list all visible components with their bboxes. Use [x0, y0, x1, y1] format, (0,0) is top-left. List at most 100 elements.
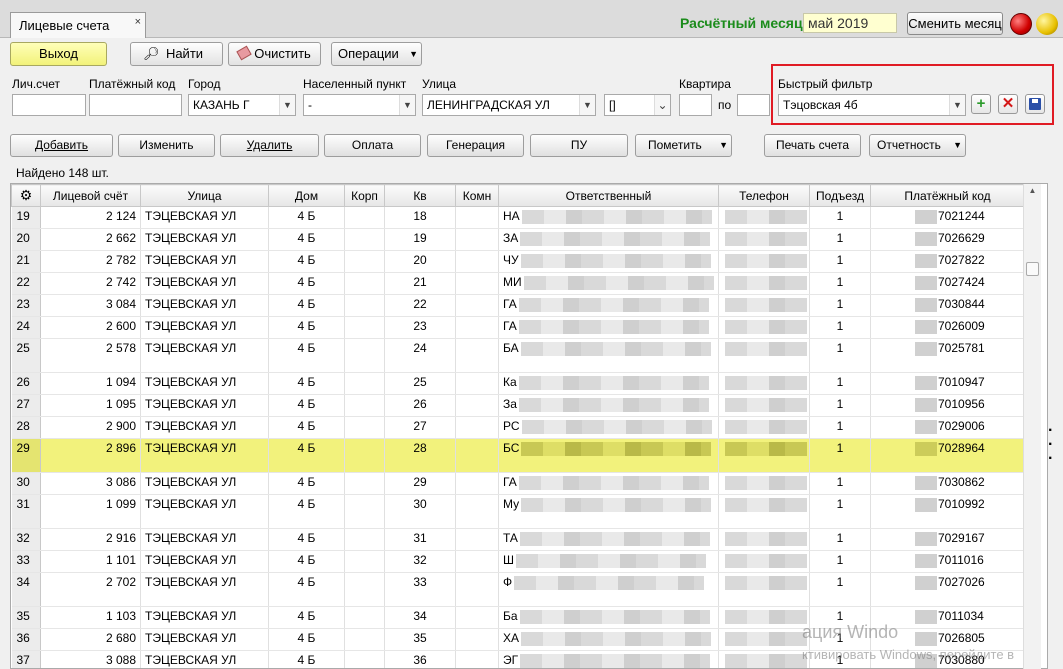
cell-responsible[interactable]: ЗА: [498, 228, 719, 251]
cell-entrance[interactable]: 1: [809, 528, 871, 551]
cell-flat[interactable]: 22: [384, 294, 456, 317]
cell-house[interactable]: 4 Б: [268, 416, 345, 439]
cell-corp[interactable]: [344, 650, 385, 668]
cell-responsible[interactable]: ХА: [498, 628, 719, 651]
cell-room[interactable]: [455, 394, 499, 417]
cell-corp[interactable]: [344, 494, 385, 529]
settlement-select[interactable]: - ▼: [303, 94, 416, 116]
cell-corp[interactable]: [344, 316, 385, 339]
cell-room[interactable]: [455, 572, 499, 607]
reports-dropdown[interactable]: Отчетность ▼: [869, 134, 966, 157]
operations-dropdown[interactable]: Операции ▼: [331, 42, 422, 66]
row-number[interactable]: 35: [11, 606, 41, 629]
cell-phone[interactable]: [718, 316, 810, 339]
cell-house[interactable]: 4 Б: [268, 338, 345, 373]
cell-account[interactable]: 3 088: [40, 650, 141, 668]
cell-entrance[interactable]: 1: [809, 316, 871, 339]
cell-room[interactable]: [455, 472, 499, 495]
cell-paycode[interactable]: 7010956: [870, 394, 1025, 417]
cell-corp[interactable]: [344, 272, 385, 295]
cell-flat[interactable]: 25: [384, 372, 456, 395]
accounts-grid[interactable]: ⚙ Лицевой счёт Улица Дом Корп Кв Комн От…: [10, 183, 1048, 669]
cell-phone[interactable]: [718, 416, 810, 439]
floppy-icon[interactable]: [1025, 94, 1045, 114]
cell-entrance[interactable]: 1: [809, 394, 871, 417]
cell-room[interactable]: [455, 294, 499, 317]
cell-paycode[interactable]: 7029006: [870, 416, 1025, 439]
cell-phone[interactable]: [718, 294, 810, 317]
cell-phone[interactable]: [718, 206, 810, 229]
cell-street[interactable]: ТЭЦЕВСКАЯ УЛ: [140, 206, 269, 229]
cell-room[interactable]: [455, 650, 499, 668]
cell-responsible[interactable]: ГА: [498, 316, 719, 339]
cell-flat[interactable]: 20: [384, 250, 456, 273]
cell-paycode[interactable]: 7029167: [870, 528, 1025, 551]
cell-room[interactable]: [455, 206, 499, 229]
table-row[interactable]: 23 3 084 ТЭЦЕВСКАЯ УЛ 4 Б 22 ГА 1 7030844: [11, 294, 1025, 317]
cell-responsible[interactable]: ЧУ: [498, 250, 719, 273]
row-number[interactable]: 37: [11, 650, 41, 668]
row-number[interactable]: 30: [11, 472, 41, 495]
cell-house[interactable]: 4 Б: [268, 628, 345, 651]
account-filter-input[interactable]: [12, 94, 86, 116]
cell-paycode[interactable]: 7027424: [870, 272, 1025, 295]
cell-responsible[interactable]: ЭГ: [498, 650, 719, 668]
cell-paycode[interactable]: 7030862: [870, 472, 1025, 495]
cell-corp[interactable]: [344, 250, 385, 273]
cell-corp[interactable]: [344, 472, 385, 495]
cell-account[interactable]: 1 099: [40, 494, 141, 529]
cell-corp[interactable]: [344, 394, 385, 417]
cell-phone[interactable]: [718, 472, 810, 495]
table-row[interactable]: 29 2 896 ТЭЦЕВСКАЯ УЛ 4 Б 28 БС 1 7028964: [11, 438, 1025, 473]
cell-responsible[interactable]: За: [498, 394, 719, 417]
find-button[interactable]: 🔎︎ Найти: [130, 42, 223, 66]
cell-entrance[interactable]: 1: [809, 294, 871, 317]
cell-phone[interactable]: [718, 372, 810, 395]
paycode-filter-input[interactable]: [89, 94, 182, 116]
cell-account[interactable]: 2 662: [40, 228, 141, 251]
cell-flat[interactable]: 34: [384, 606, 456, 629]
cell-responsible[interactable]: ГА: [498, 294, 719, 317]
cell-room[interactable]: [455, 272, 499, 295]
cell-room[interactable]: [455, 416, 499, 439]
cell-account[interactable]: 2 896: [40, 438, 141, 473]
cell-entrance[interactable]: 1: [809, 472, 871, 495]
cell-flat[interactable]: 32: [384, 550, 456, 573]
cell-phone[interactable]: [718, 338, 810, 373]
cell-responsible[interactable]: ГА: [498, 472, 719, 495]
cell-responsible[interactable]: Му: [498, 494, 719, 529]
cell-account[interactable]: 2 600: [40, 316, 141, 339]
table-row[interactable]: 21 2 782 ТЭЦЕВСКАЯ УЛ 4 Б 20 ЧУ 1 7027822: [11, 250, 1025, 273]
cell-house[interactable]: 4 Б: [268, 650, 345, 668]
street-select[interactable]: ЛЕНИНГРАДСКАЯ УЛ ▼: [422, 94, 596, 116]
row-number[interactable]: 33: [11, 550, 41, 573]
row-number[interactable]: 27: [11, 394, 41, 417]
cell-responsible[interactable]: БС: [498, 438, 719, 473]
cell-account[interactable]: 2 916: [40, 528, 141, 551]
flat-from-input[interactable]: [679, 94, 712, 116]
cell-street[interactable]: ТЭЦЕВСКАЯ УЛ: [140, 606, 269, 629]
row-number[interactable]: 20: [11, 228, 41, 251]
plus-icon[interactable]: +: [971, 94, 991, 114]
cell-responsible[interactable]: НА: [498, 206, 719, 229]
cell-street[interactable]: ТЭЦЕВСКАЯ УЛ: [140, 250, 269, 273]
cell-corp[interactable]: [344, 572, 385, 607]
cell-house[interactable]: 4 Б: [268, 606, 345, 629]
delete-button[interactable]: Удалить: [220, 134, 319, 157]
cell-paycode[interactable]: 7026009: [870, 316, 1025, 339]
clear-button[interactable]: Очистить: [228, 42, 321, 66]
column-header[interactable]: Платёжный код: [870, 184, 1025, 207]
cell-entrance[interactable]: 1: [809, 338, 871, 373]
table-row[interactable]: 28 2 900 ТЭЦЕВСКАЯ УЛ 4 Б 27 РС 1 7029006: [11, 416, 1025, 439]
cell-house[interactable]: 4 Б: [268, 316, 345, 339]
cell-flat[interactable]: 30: [384, 494, 456, 529]
cell-phone[interactable]: [718, 438, 810, 473]
payment-button[interactable]: Оплата: [324, 134, 421, 157]
cell-house[interactable]: 4 Б: [268, 550, 345, 573]
pu-button[interactable]: ПУ: [530, 134, 628, 157]
table-row[interactable]: 31 1 099 ТЭЦЕВСКАЯ УЛ 4 Б 30 Му 1 7010992: [11, 494, 1025, 529]
cell-paycode[interactable]: 7010947: [870, 372, 1025, 395]
cell-street[interactable]: ТЭЦЕВСКАЯ УЛ: [140, 528, 269, 551]
cell-paycode[interactable]: 7025781: [870, 338, 1025, 373]
column-header[interactable]: Телефон: [718, 184, 810, 207]
